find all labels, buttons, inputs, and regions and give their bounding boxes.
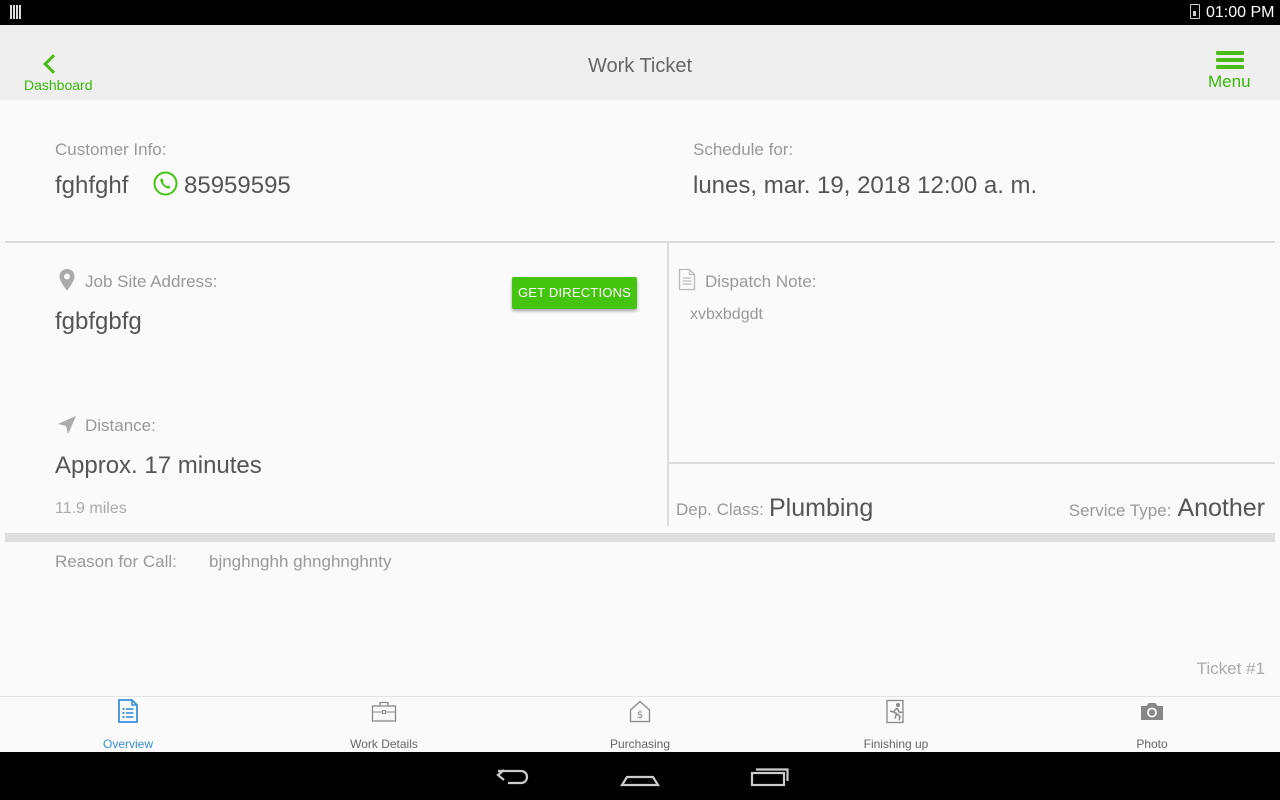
bottom-tab-bar: Overview Work Details $ Purchasing Finis… [0, 696, 1280, 752]
reason-label: Reason for Call: [55, 552, 177, 571]
hamburger-icon [1216, 51, 1244, 71]
app-header: Dashboard Work Ticket Menu [0, 25, 1280, 100]
back-nav-button[interactable] [482, 760, 542, 792]
customer-name: fghfghf [55, 172, 129, 199]
page-title: Work Ticket [587, 55, 693, 77]
sim-card-icon [1190, 4, 1200, 19]
job-site-address: fgbfgbfg [55, 308, 142, 335]
tab-label: Overview [102, 737, 153, 751]
home-icon [620, 775, 660, 787]
tab-finishing-up[interactable]: Finishing up [768, 697, 1024, 753]
schedule-label: Schedule for: [693, 140, 794, 159]
back-arrow-icon [496, 769, 529, 785]
system-navigation-bar [0, 752, 1280, 800]
house-dollar-icon: $ [628, 699, 652, 725]
tab-photo[interactable]: Photo [1024, 697, 1280, 753]
reason-value: bjnghnghh ghnghnghnty [209, 552, 392, 571]
tab-work-details[interactable]: Work Details [256, 697, 512, 753]
recents-nav-button[interactable] [738, 760, 798, 792]
person-exit-icon [884, 699, 908, 725]
divider [5, 241, 1275, 243]
document-list-icon [116, 698, 140, 724]
document-icon [678, 268, 696, 291]
menu-button[interactable]: Menu [1204, 49, 1260, 94]
divider-vertical [667, 242, 669, 526]
recent-apps-icon [750, 768, 789, 787]
barcode-icon [10, 5, 24, 19]
customer-phone[interactable]: 85959595 [184, 172, 291, 200]
ticket-number: Ticket #1 [1196, 659, 1265, 678]
status-time: 01:00 PM [1206, 4, 1275, 21]
svg-text:$: $ [637, 710, 643, 721]
dep-class-label: Dep. Class: [676, 500, 764, 519]
tab-label: Work Details [350, 737, 418, 751]
service-type-label: Service Type: [1068, 501, 1172, 520]
customer-info-label: Customer Info: [55, 140, 167, 159]
job-site-label: Job Site Address: [85, 272, 218, 291]
tab-overview[interactable]: Overview [0, 697, 256, 753]
distance-miles: 11.9 miles [55, 500, 127, 517]
briefcase-icon [371, 699, 397, 725]
schedule-value: lunes, mar. 19, 2018 12:00 a. m. [693, 172, 1038, 199]
menu-button-label: Menu [1208, 72, 1251, 91]
get-directions-button[interactable]: GET DIRECTIONS [512, 277, 637, 309]
distance-label: Distance: [85, 416, 156, 435]
tab-label: Finishing up [863, 737, 929, 751]
dispatch-note-value: xvbxbdgdt [690, 306, 763, 323]
service-type-value: Another [1177, 494, 1265, 522]
section-divider [5, 533, 1275, 542]
phone-icon[interactable] [153, 171, 178, 196]
dep-class-value: Plumbing [769, 494, 874, 522]
tab-label: Purchasing [609, 737, 671, 751]
tab-purchasing[interactable]: $ Purchasing [512, 697, 768, 753]
tab-label: Photo [1136, 737, 1168, 751]
camera-icon [1139, 699, 1163, 725]
location-pin-icon [58, 268, 76, 292]
dispatch-note-label: Dispatch Note: [705, 272, 817, 291]
service-type: Service Type: Another [1069, 494, 1265, 523]
home-nav-button[interactable] [610, 760, 670, 792]
back-button-label: Dashboard [24, 77, 93, 93]
status-bar: 01:00 PM [0, 0, 1280, 25]
distance-value: Approx. 17 minutes [55, 452, 262, 479]
divider [669, 462, 1275, 464]
navigation-arrow-icon [56, 414, 78, 436]
